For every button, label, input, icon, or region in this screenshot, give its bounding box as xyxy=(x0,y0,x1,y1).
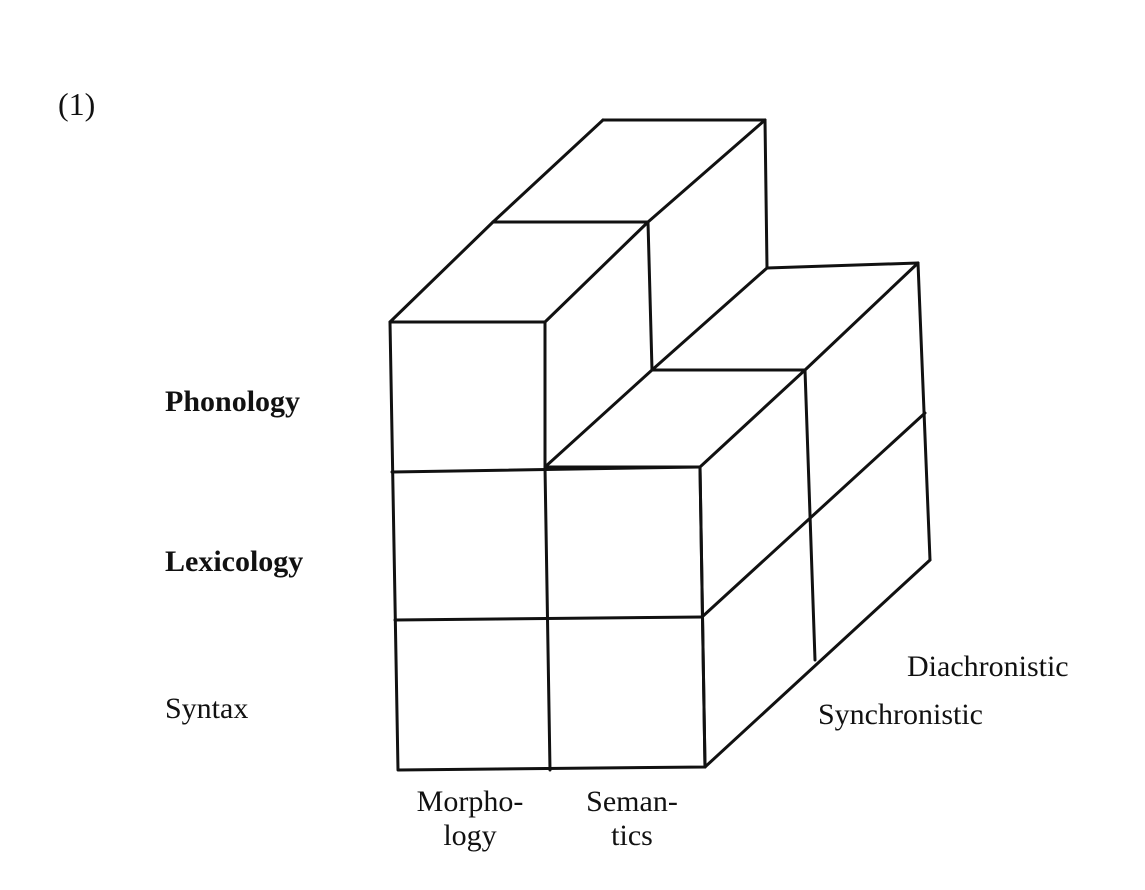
right-side-face xyxy=(698,261,932,769)
cube-stack-drawing xyxy=(388,118,932,772)
depth-label-synchronistic: Synchronistic xyxy=(818,698,983,731)
column-label-morphology-line2: logy xyxy=(443,819,497,852)
row-label-lexicology: Lexicology xyxy=(165,545,304,578)
figure-number: (1) xyxy=(58,86,96,122)
lower-block-top xyxy=(543,261,920,469)
tall-column-top xyxy=(388,118,769,372)
row-label-syntax: Syntax xyxy=(165,692,249,725)
row-label-phonology: Phonology xyxy=(165,385,301,418)
column-label-semantics-line2: tics xyxy=(611,819,653,852)
front-face-grid xyxy=(388,320,707,772)
column-label-semantics-line1: Seman- xyxy=(586,785,678,818)
column-label-semantics: Seman- tics xyxy=(572,785,692,853)
diagram-page: (1) Phonology Lexicology Syntax Morpho- … xyxy=(0,0,1145,890)
depth-label-diachronistic: Diachronistic xyxy=(907,650,1069,683)
column-label-morphology: Morpho- logy xyxy=(405,785,535,853)
column-label-morphology-line1: Morpho- xyxy=(416,785,524,818)
